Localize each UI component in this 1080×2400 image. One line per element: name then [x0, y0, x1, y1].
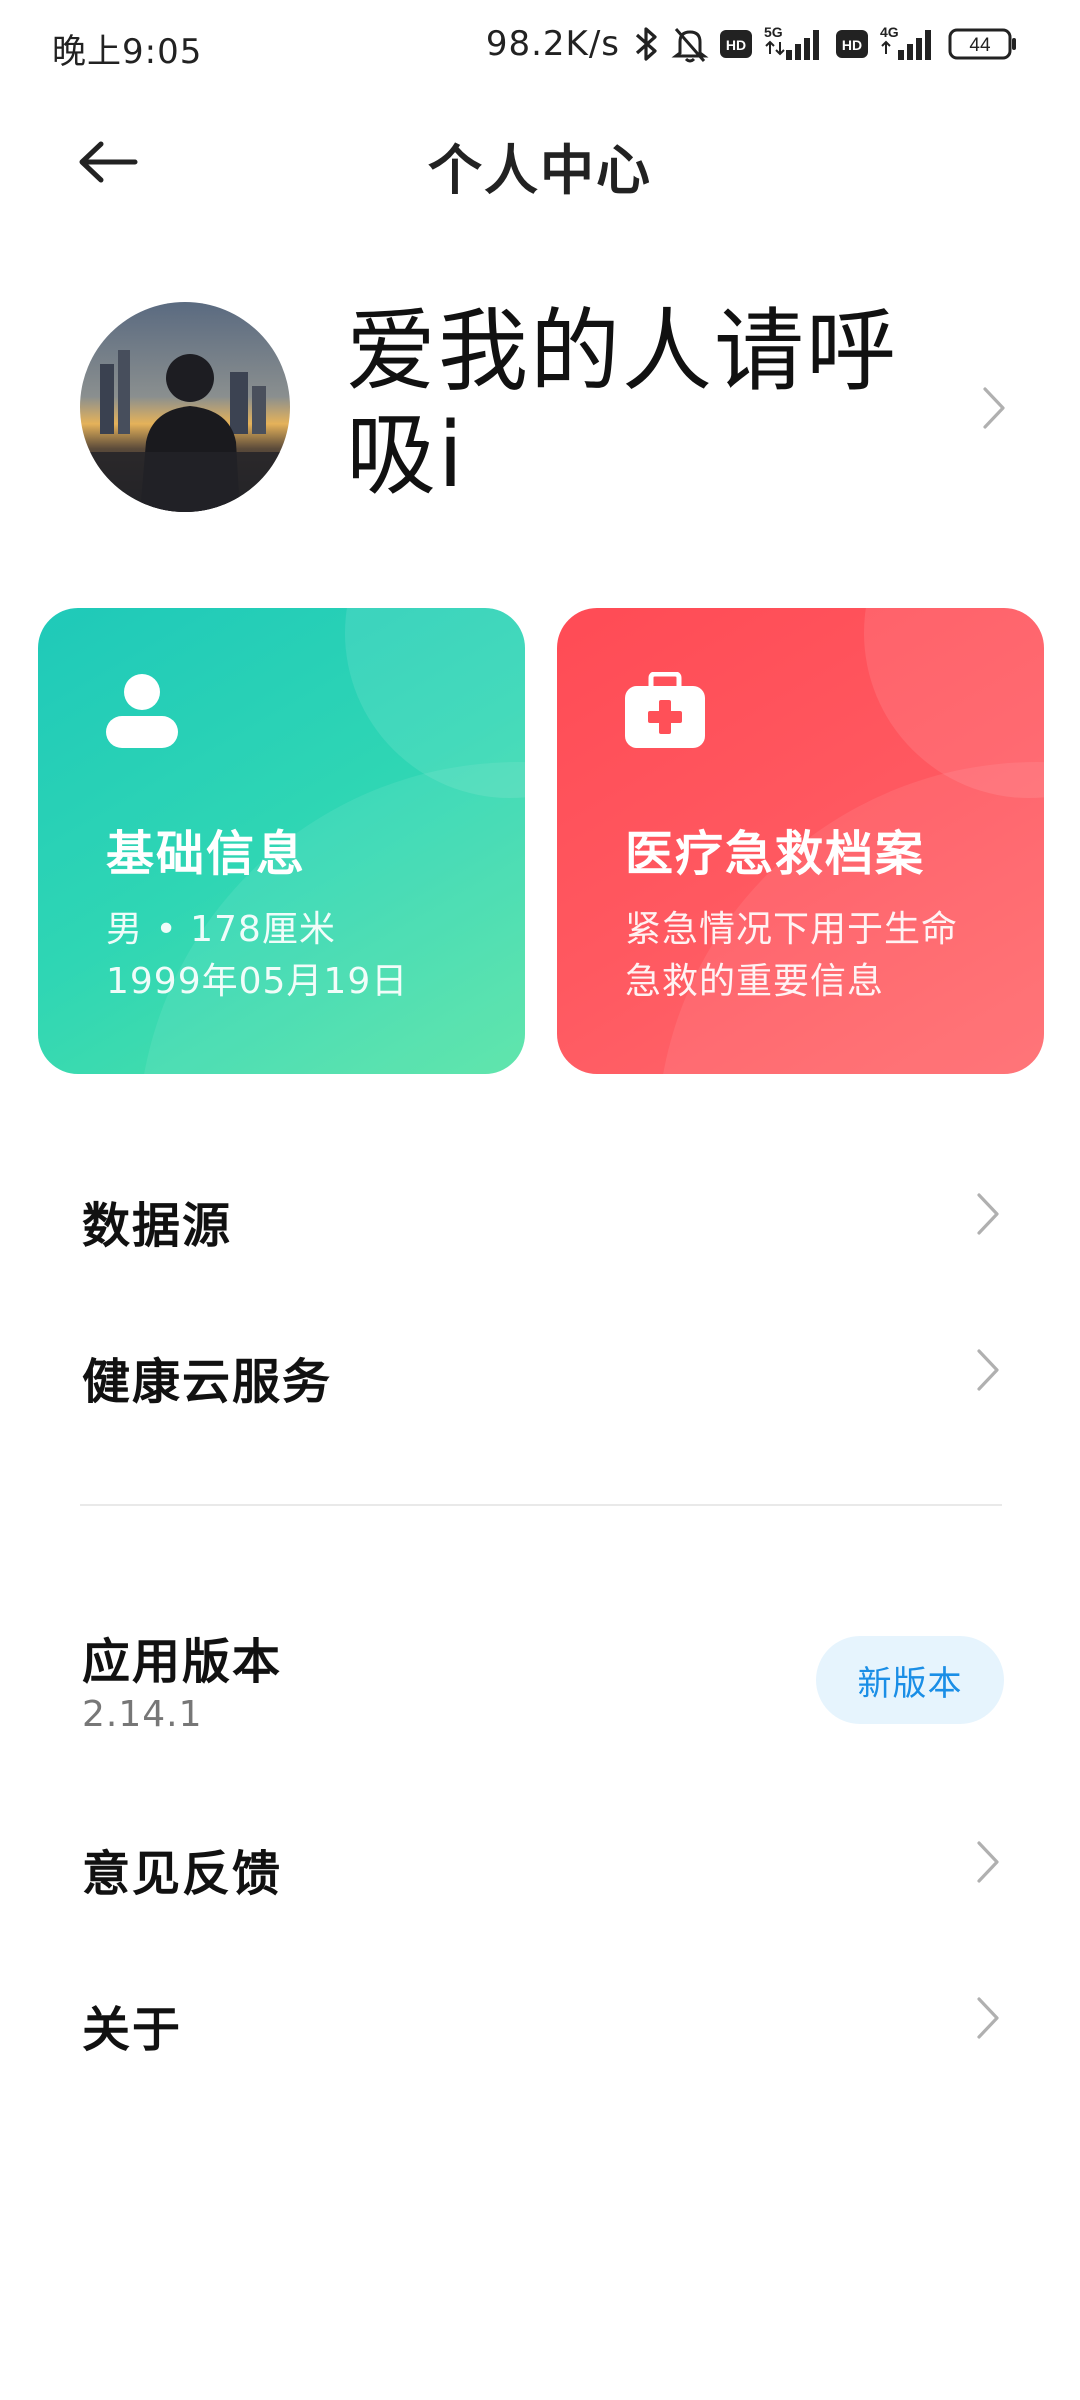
divider: [80, 1504, 1002, 1506]
medical-record-desc-line2: 急救的重要信息: [625, 961, 885, 1002]
medical-record-card[interactable]: 医疗急救档案 紧急情况下用于生命 急救的重要信息: [557, 608, 1044, 1074]
basic-info-birthday: 1999年05月19日: [106, 961, 409, 1002]
network-speed: 98.2K/s: [485, 24, 620, 64]
profile-row[interactable]: 爱我的人请呼吸i: [0, 290, 1080, 530]
status-bar: 晚上9:05 98.2K/s HD 5G HD 4G 44: [0, 0, 1080, 98]
chevron-right-icon: [976, 1348, 1000, 1396]
app-version-label: 应用版本: [82, 1634, 283, 1690]
card-title: 基础信息: [106, 826, 307, 882]
health-cloud-item[interactable]: 健康云服务: [0, 1304, 1080, 1434]
avatar[interactable]: [80, 302, 290, 512]
basic-info-card[interactable]: 基础信息 男 • 178厘米 1999年05月19日: [38, 608, 525, 1074]
about-item[interactable]: 关于: [0, 1952, 1080, 2082]
svg-text:5G: 5G: [764, 24, 783, 40]
svg-text:HD: HD: [842, 37, 862, 53]
header: 个人中心: [0, 98, 1080, 226]
hd-icon: HD: [720, 30, 752, 58]
first-aid-kit-icon: [623, 671, 707, 754]
chevron-right-icon: [976, 1840, 1000, 1888]
battery-icon: 44: [948, 27, 1018, 61]
page-title: 个人中心: [428, 139, 652, 202]
feedback-item[interactable]: 意见反馈: [0, 1796, 1080, 1926]
svg-text:HD: HD: [726, 37, 746, 53]
profile-name: 爱我的人请呼吸i: [346, 299, 898, 508]
data-source-label: 数据源: [82, 1198, 233, 1254]
chevron-right-icon: [976, 1192, 1000, 1240]
basic-info-gender-height: 男 • 178厘米: [106, 909, 336, 950]
bluetooth-icon: [634, 24, 660, 64]
5g-signal-icon: 5G: [762, 24, 826, 64]
svg-text:44: 44: [969, 35, 991, 56]
health-cloud-label: 健康云服务: [82, 1354, 333, 1410]
4g-signal-icon: 4G: [878, 24, 938, 64]
svg-text:4G: 4G: [880, 24, 899, 40]
status-icons: 98.2K/s HD 5G HD 4G 44: [486, 22, 1018, 66]
status-time: 晚上9:05: [52, 32, 203, 72]
medical-record-desc-line1: 紧急情况下用于生命: [625, 909, 959, 950]
card-title: 医疗急救档案: [625, 826, 926, 882]
hd-icon: HD: [836, 30, 868, 58]
new-version-button[interactable]: 新版本: [816, 1636, 1004, 1724]
chevron-right-icon: [976, 1996, 1000, 2044]
app-version-row: 应用版本 2.14.1 新版本: [0, 1610, 1080, 1750]
silent-bell-icon: [670, 24, 710, 64]
app-version-value: 2.14.1: [82, 1694, 203, 1735]
feedback-label: 意见反馈: [82, 1846, 283, 1902]
data-source-item[interactable]: 数据源: [0, 1148, 1080, 1278]
person-icon: [104, 672, 180, 756]
about-label: 关于: [82, 2002, 183, 2058]
chevron-right-icon: [982, 386, 1006, 434]
